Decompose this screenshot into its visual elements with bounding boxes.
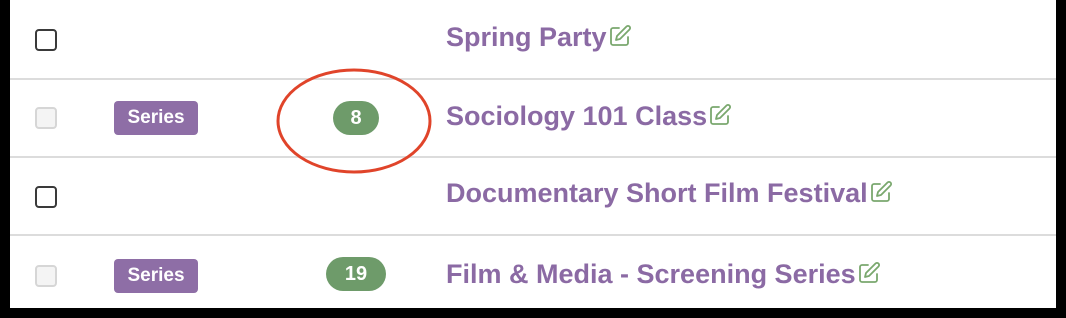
table-row: Spring Party (10, 0, 1056, 80)
edit-icon[interactable] (869, 180, 893, 204)
table-row: Series 8 Sociology 101 Class (10, 80, 1056, 158)
events-table: Spring Party Series 8 Sociology 101 Clas… (10, 0, 1056, 308)
event-title-link[interactable]: Documentary Short Film Festival (446, 178, 893, 209)
edit-icon[interactable] (708, 103, 732, 127)
occurrence-count-badge: 8 (333, 101, 379, 135)
table-row: Documentary Short Film Festival (10, 158, 1056, 236)
event-title[interactable]: Documentary Short Film Festival (446, 178, 868, 208)
series-badge: Series (114, 259, 198, 293)
row-checkbox[interactable] (35, 29, 57, 51)
edit-icon[interactable] (608, 24, 632, 48)
event-title-link[interactable]: Film & Media - Screening Series (446, 259, 881, 290)
edit-icon[interactable] (857, 261, 881, 285)
event-title[interactable]: Spring Party (446, 22, 607, 52)
event-title[interactable]: Film & Media - Screening Series (446, 259, 856, 289)
table-row: Series 19 Film & Media - Screening Serie… (10, 238, 1056, 308)
row-checkbox[interactable] (35, 186, 57, 208)
occurrence-count-badge: 19 (326, 257, 386, 291)
series-badge: Series (114, 101, 198, 135)
row-checkbox-disabled (35, 265, 57, 287)
event-title-link[interactable]: Sociology 101 Class (446, 101, 732, 132)
event-title[interactable]: Sociology 101 Class (446, 101, 707, 131)
row-checkbox-disabled (35, 107, 57, 129)
event-title-link[interactable]: Spring Party (446, 22, 632, 53)
